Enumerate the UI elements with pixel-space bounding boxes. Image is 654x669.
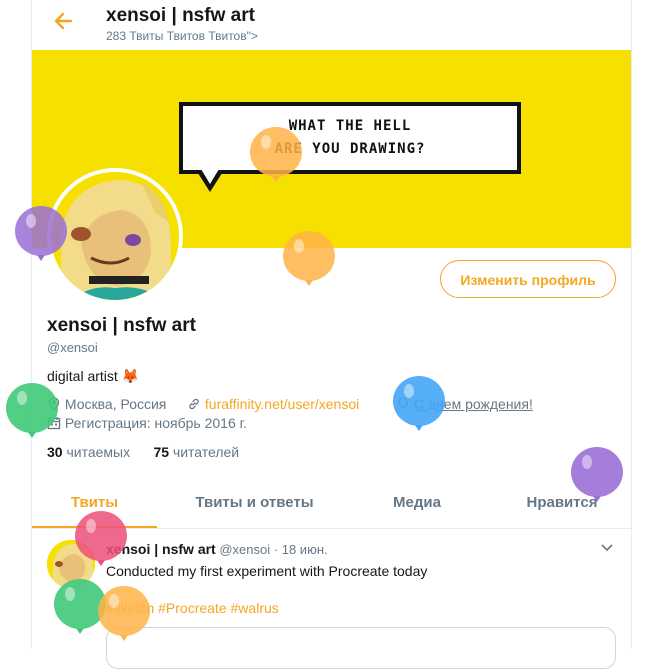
profile-bio: digital artist 🦊 bbox=[47, 368, 139, 385]
chevron-down-icon[interactable] bbox=[600, 540, 614, 556]
location-pin-icon bbox=[47, 396, 65, 412]
following-count: 30 bbox=[47, 444, 63, 460]
tweet-text: Conducted my first experiment with Procr… bbox=[106, 563, 428, 579]
header-title: xensoi | nsfw art bbox=[106, 5, 255, 26]
website-row: furaffinity.net/user/xensoi bbox=[187, 396, 359, 412]
speech-bubble: WHAT THE HELL ARE YOU DRAWING? bbox=[179, 102, 521, 174]
balloon-icon bbox=[396, 396, 414, 412]
followers-label: читателей bbox=[172, 444, 240, 460]
banner-line-2: ARE YOU DRAWING? bbox=[274, 141, 426, 157]
header-tweet-count: 283 Твиты Твитов Твитов"> bbox=[106, 29, 258, 43]
location-text: Москва, Россия bbox=[64, 396, 167, 412]
bio-text: digital artist bbox=[47, 368, 118, 384]
tweet-author-name[interactable]: xensoi | nsfw art bbox=[106, 541, 216, 557]
banner-line-1: WHAT THE HELL bbox=[288, 118, 412, 134]
profile-page: xensoi | nsfw art 283 Твиты Твитов Твито… bbox=[31, 0, 632, 669]
link-icon bbox=[187, 396, 205, 412]
fox-emoji: 🦊 bbox=[121, 368, 140, 384]
followers-stat[interactable]: 75 читателей bbox=[153, 444, 239, 460]
tab-tweets-and-replies[interactable]: Твиты и ответы bbox=[162, 484, 347, 528]
tweet-avatar[interactable] bbox=[47, 540, 95, 588]
edit-profile-button[interactable]: Изменить профиль bbox=[440, 260, 616, 298]
tweet-media-card[interactable] bbox=[106, 627, 616, 669]
website-link[interactable]: furaffinity.net/user/xensoi bbox=[205, 396, 359, 412]
speech-bubble-tail-inner bbox=[201, 169, 219, 184]
top-header: xensoi | nsfw art 283 Твиты Твитов Твито… bbox=[32, 0, 631, 48]
tweet-header: xensoi | nsfw art @xensoi · 18 июн. bbox=[106, 541, 328, 557]
location-row: Москва, Россия bbox=[47, 396, 166, 412]
birthday-row: С днем рождения! bbox=[396, 396, 533, 412]
following-label: читаемых bbox=[66, 444, 131, 460]
tweet-author-handle[interactable]: @xensoi bbox=[219, 542, 270, 557]
tab-tweets[interactable]: Твиты bbox=[32, 484, 157, 528]
following-stat[interactable]: 30 читаемых bbox=[47, 444, 130, 460]
tab-media[interactable]: Медиа bbox=[362, 484, 472, 528]
arrow-left-icon[interactable] bbox=[52, 10, 74, 32]
tweet-separator: · bbox=[273, 542, 279, 557]
calendar-icon bbox=[47, 415, 65, 431]
tweet-item[interactable]: xensoi | nsfw art @xensoi · 18 июн. Cond… bbox=[32, 530, 631, 669]
joined-row: Регистрация: ноябрь 2016 г. bbox=[47, 415, 247, 431]
joined-text: Регистрация: ноябрь 2016 г. bbox=[64, 415, 247, 431]
tab-likes[interactable]: Нравится bbox=[502, 484, 622, 528]
tweet-hashtags[interactable]: #sketch #Procreate #walrus bbox=[106, 600, 279, 616]
profile-handle: @xensoi bbox=[47, 340, 98, 355]
followers-count: 75 bbox=[153, 444, 170, 460]
profile-avatar[interactable] bbox=[47, 168, 183, 304]
follow-counts: 30 читаемых 75 читателей bbox=[47, 444, 239, 460]
birthday-link[interactable]: С днем рождения! bbox=[414, 396, 533, 412]
tweet-date[interactable]: 18 июн. bbox=[282, 542, 328, 557]
profile-name: xensoi | nsfw art bbox=[47, 315, 196, 336]
profile-tabs: Твиты Твиты и ответы Медиа Нравится bbox=[32, 484, 631, 529]
